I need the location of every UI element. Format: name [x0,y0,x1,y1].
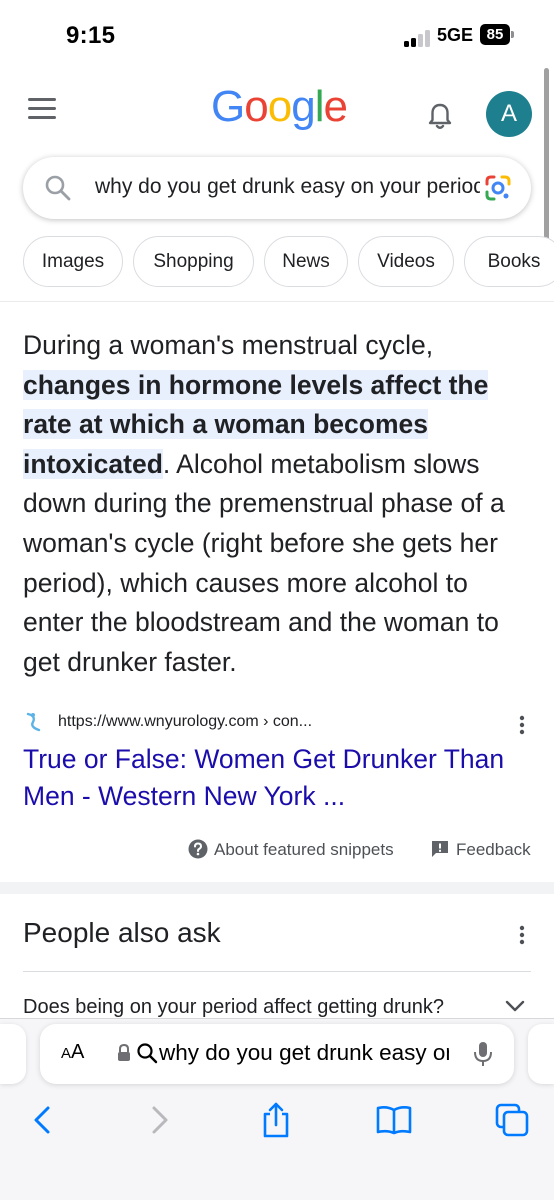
google-logo[interactable]: Google [211,82,348,132]
paa-question[interactable]: Does being on your period affect getting… [23,996,444,1019]
network-type: 5GE [437,25,474,45]
more-options-icon[interactable] [514,714,530,736]
google-lens-icon[interactable] [483,173,513,203]
featured-snippet-text: During a woman's menstrual cycle, change… [23,326,533,682]
search-query-text[interactable]: why do you get drunk easy on your period [95,175,480,199]
cellular-signal-icon [404,29,432,47]
chip-news[interactable]: News [264,236,348,287]
logo-letter-1: o [244,82,269,131]
status-bar: 9:15 5GE 85 [0,0,554,70]
chevron-down-icon[interactable] [504,998,526,1014]
search-box[interactable]: why do you get drunk easy on your period [23,157,531,219]
help-icon [188,839,208,859]
microphone-icon[interactable] [473,1040,493,1068]
paa-divider [23,971,531,972]
header-divider [0,301,554,302]
about-featured-snippets-label: About featured snippets [214,840,394,859]
safari-address-bar[interactable]: AA why do you get drunk easy on your per… [40,1024,514,1084]
about-featured-snippets-link[interactable]: About featured snippets [188,839,394,863]
snippet-text-after: . Alcohol metabolism slows down during t… [23,448,505,677]
feedback-icon [432,841,448,857]
status-time: 9:15 [66,22,116,49]
source-url[interactable]: https://www.wnyurology.com › con... [58,713,312,731]
source-title-link[interactable]: True or False: Women Get Drunker Than Me… [23,741,538,815]
search-icon [43,173,73,203]
battery-icon: 85 [480,24,510,45]
source-favicon-icon [24,711,44,733]
feedback-link[interactable]: Feedback [430,839,531,863]
logo-letter-3: g [291,82,316,131]
section-separator [0,882,554,894]
feedback-label: Feedback [456,840,531,859]
previous-tab-peek[interactable] [0,1024,26,1084]
logo-letter-5: e [323,82,348,131]
next-tab-peek[interactable] [528,1024,554,1084]
address-text[interactable]: why do you get drunk easy on your period [159,1040,449,1066]
address-search-icon [136,1042,158,1064]
people-also-ask-title: People also ask [23,917,221,948]
search-filter-chips: Images Shopping News Videos Books [23,236,554,288]
account-avatar[interactable]: A [486,91,532,137]
page-settings-button[interactable]: AA [61,1041,84,1064]
chip-books[interactable]: Books [464,236,554,287]
chip-videos[interactable]: Videos [358,236,454,287]
chip-shopping[interactable]: Shopping [133,236,254,287]
chip-images[interactable]: Images [23,236,123,287]
back-button[interactable] [22,1100,62,1140]
notifications-bell-icon[interactable] [424,100,456,132]
logo-letter-0: G [211,82,245,131]
snippet-text-before: During a woman's menstrual cycle, [23,330,434,360]
battery-tip [511,31,514,38]
share-button[interactable] [256,1100,296,1140]
logo-letter-2: o [267,82,293,131]
lock-icon [116,1043,132,1063]
menu-button[interactable] [28,98,56,120]
tabs-button[interactable] [492,1100,532,1140]
forward-button[interactable] [140,1100,180,1140]
bookmarks-button[interactable] [374,1100,414,1140]
paa-more-options-icon[interactable] [514,923,530,947]
